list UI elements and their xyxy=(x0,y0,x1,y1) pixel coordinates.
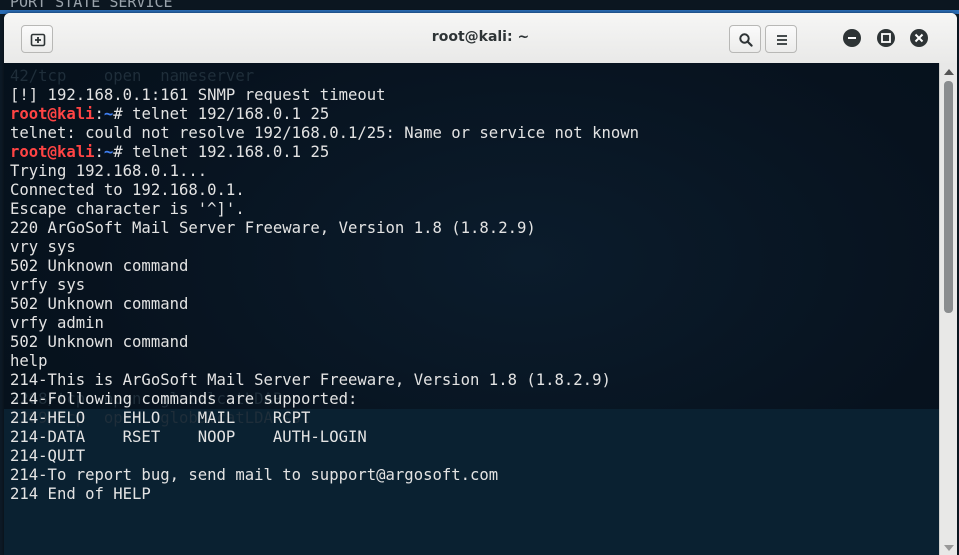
terminal-output[interactable]: [!] 192.168.0.1:161 SNMP request timeout… xyxy=(10,86,639,504)
terminal-output-line: 214-Following commands are supported: xyxy=(10,390,639,409)
terminal-output-line: vry sys xyxy=(10,238,639,257)
line-text: 220 ArGoSoft Mail Server Freeware, Versi… xyxy=(10,219,536,237)
line-text: telnet: could not resolve 192/168.0.1/25… xyxy=(10,124,640,142)
line-text: telnet 192/168.0.1 25 xyxy=(132,105,330,123)
maximize-button[interactable] xyxy=(877,29,895,47)
terminal-command-line: root@kali:~# telnet 192/168.0.1 25 xyxy=(10,105,639,124)
prompt-symbol: # xyxy=(113,143,133,161)
terminal-area[interactable]: 42/tcp open nameserver 3268/tcp open glo… xyxy=(4,63,957,555)
line-text: vry sys xyxy=(10,238,76,256)
terminal-command-line: root@kali:~# telnet 192.168.0.1 25 xyxy=(10,143,639,162)
line-text: 502 Unknown command xyxy=(10,295,189,313)
title-bar[interactable]: root@kali: ~ xyxy=(4,13,957,64)
minimize-icon xyxy=(848,37,856,39)
line-text: 214-To report bug, send mail to support@… xyxy=(10,466,499,484)
prompt-separator: : xyxy=(94,143,104,161)
line-text: 502 Unknown command xyxy=(10,333,189,351)
prompt-separator: : xyxy=(94,105,104,123)
ghost-text-line: 42/tcp open nameserver xyxy=(10,67,255,85)
line-text: help xyxy=(10,352,48,370)
terminal-output-line: Escape character is '^]'. xyxy=(10,200,639,219)
terminal-output-line: 214-To report bug, send mail to support@… xyxy=(10,466,639,485)
close-button[interactable] xyxy=(910,29,928,47)
terminal-output-line: Trying 192.168.0.1... xyxy=(10,162,639,181)
line-text: Trying 192.168.0.1... xyxy=(10,162,208,180)
line-text: Escape character is '^]'. xyxy=(10,200,245,218)
terminal-output-line: 502 Unknown command xyxy=(10,333,639,352)
terminal-output-line: 502 Unknown command xyxy=(10,257,639,276)
line-text: Connected to 192.168.0.1. xyxy=(10,181,245,199)
prompt-user: root@kali xyxy=(10,143,95,161)
terminal-output-line: 214-This is ArGoSoft Mail Server Freewar… xyxy=(10,371,639,390)
terminal-output-line: Connected to 192.168.0.1. xyxy=(10,181,639,200)
terminal-output-line: telnet: could not resolve 192/168.0.1/25… xyxy=(10,124,639,143)
line-text: 214 End of HELP xyxy=(10,485,151,503)
terminal-window: root@kali: ~ 42/tcp open nameserver 3268… xyxy=(4,13,957,555)
close-icon xyxy=(914,33,924,43)
prompt-path: ~ xyxy=(103,105,114,123)
terminal-output-line: vrfy sys xyxy=(10,276,639,295)
terminal-output-line: 214-DATA RSET NOOP AUTH-LOGIN xyxy=(10,428,639,447)
scroll-down-arrow-icon[interactable] xyxy=(944,545,954,551)
window-title: root@kali: ~ xyxy=(431,29,530,45)
terminal-output-line: 214 End of HELP xyxy=(10,485,639,504)
line-text: vrfy admin xyxy=(10,314,104,332)
line-text: [!] 192.168.0.1:161 SNMP request timeout xyxy=(10,86,386,104)
line-text: 214-This is ArGoSoft Mail Server Freewar… xyxy=(10,371,611,389)
prompt-user: root@kali xyxy=(10,105,95,123)
line-text: 214-DATA RSET NOOP AUTH-LOGIN xyxy=(10,428,367,446)
prompt-path: ~ xyxy=(103,143,114,161)
line-text: 214-Following commands are supported: xyxy=(10,390,358,408)
line-text: 214-HELO EHLO MAIL RCPT xyxy=(10,409,311,427)
terminal-output-line: 214-QUIT xyxy=(10,447,639,466)
terminal-output-line: 214-HELO EHLO MAIL RCPT xyxy=(10,409,639,428)
terminal-output-line: vrfy admin xyxy=(10,314,639,333)
line-text: vrfy sys xyxy=(10,276,86,294)
terminal-output-line: [!] 192.168.0.1:161 SNMP request timeout xyxy=(10,86,639,105)
menu-button[interactable] xyxy=(765,25,797,53)
maximize-icon xyxy=(881,33,891,43)
prompt-symbol: # xyxy=(113,105,133,123)
scrollbar-thumb[interactable] xyxy=(944,81,953,313)
minimize-button[interactable] xyxy=(843,29,861,47)
line-text: telnet 192.168.0.1 25 xyxy=(132,143,330,161)
hamburger-menu-icon xyxy=(777,35,787,45)
search-icon xyxy=(739,33,753,47)
terminal-output-line: help xyxy=(10,352,639,371)
terminal-output-line: 502 Unknown command xyxy=(10,295,639,314)
scroll-up-arrow-icon[interactable] xyxy=(944,69,954,75)
terminal-output-line: 220 ArGoSoft Mail Server Freeware, Versi… xyxy=(10,219,639,238)
line-text: 214-QUIT xyxy=(10,447,86,465)
vertical-scrollbar[interactable] xyxy=(939,63,957,555)
search-button[interactable] xyxy=(729,25,761,53)
line-text: 502 Unknown command xyxy=(10,257,189,275)
